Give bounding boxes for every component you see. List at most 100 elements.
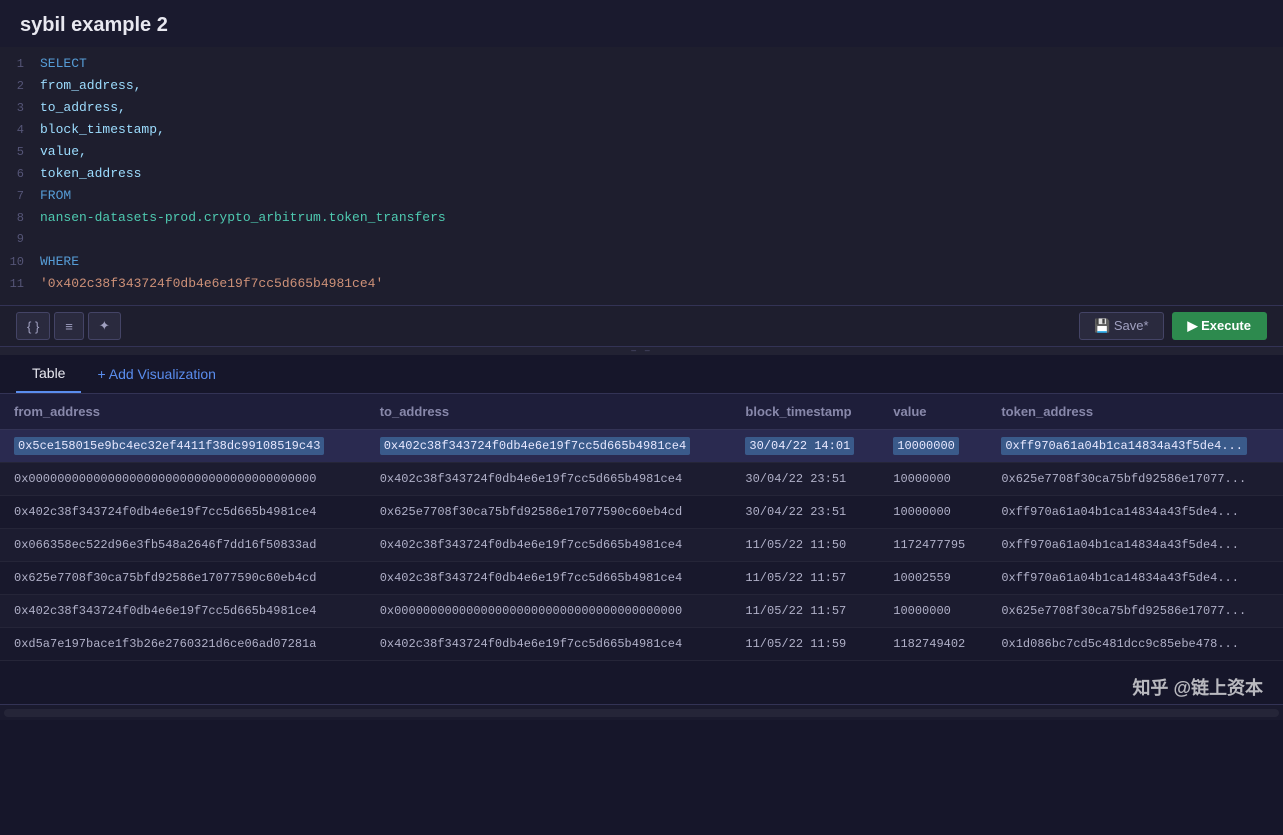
cell-from-address: 0x402c38f343724f0db4e6e19f7cc5d665b4981c… [0,595,366,628]
code-content: WHERE [40,254,79,269]
code-content: to_address, [40,100,126,115]
code-content: token_address [40,166,141,181]
toolbar: { } ≡ ✦ 💾 Save* ▶ Execute [0,306,1283,347]
cell-token-address: 0x625e7708f30ca75bfd92586e17077... [987,463,1283,496]
line-number: 6 [0,167,40,181]
results-table: from_address to_address block_timestamp … [0,394,1283,661]
cell-block-timestamp: 30/04/22 23:51 [731,463,879,496]
line-number: 8 [0,211,40,225]
code-line-5: 5 value, [0,143,1283,165]
code-line-7: 7FROM [0,187,1283,209]
code-content: block_timestamp, [40,122,165,137]
highlighted-cell: 0xff970a61a04b1ca14834a43f5de4... [1001,437,1247,455]
tabs-bar: Table + Add Visualization [0,355,1283,394]
code-content: FROM [40,188,71,203]
code-line-4: 4 block_timestamp, [0,121,1283,143]
editor-area: 1SELECT2 from_address,3 to_address,4 blo… [0,47,1283,306]
cell-value: 10000000 [879,430,987,463]
table-header-row: from_address to_address block_timestamp … [0,394,1283,430]
cell-value: 10000000 [879,595,987,628]
table-row[interactable]: 0x402c38f343724f0db4e6e19f7cc5d665b4981c… [0,496,1283,529]
results-area: Table + Add Visualization from_address t… [0,355,1283,835]
cell-to-address: 0x402c38f343724f0db4e6e19f7cc5d665b4981c… [366,430,732,463]
cell-from-address: 0xd5a7e197bace1f3b26e2760321d6ce06ad0728… [0,628,366,661]
highlighted-cell: 0x402c38f343724f0db4e6e19f7cc5d665b4981c… [380,437,690,455]
col-from-address: from_address [0,394,366,430]
code-line-8: 8 nansen-datasets-prod.crypto_arbitrum.t… [0,209,1283,231]
cell-from-address: 0x402c38f343724f0db4e6e19f7cc5d665b4981c… [0,496,366,529]
cell-block-timestamp: 11/05/22 11:57 [731,595,879,628]
save-button[interactable]: 💾 Save* [1079,312,1164,340]
cell-value: 10002559 [879,562,987,595]
cell-value: 10000000 [879,496,987,529]
list-format-button[interactable]: ≡ [54,312,84,340]
tab-table[interactable]: Table [16,355,81,393]
cell-to-address: 0x402c38f343724f0db4e6e19f7cc5d665b4981c… [366,628,732,661]
code-content: value, [40,144,87,159]
cell-to-address: 0x402c38f343724f0db4e6e19f7cc5d665b4981c… [366,463,732,496]
bottom-scrollbar[interactable] [0,704,1283,720]
page-title: sybil example 2 [0,0,1283,47]
line-number: 9 [0,232,40,246]
line-number: 4 [0,123,40,137]
code-line-3: 3 to_address, [0,99,1283,121]
code-line-9: 9 [0,231,1283,253]
line-number: 5 [0,145,40,159]
code-line-11: 11 '0x402c38f343724f0db4e6e19f7cc5d665b4… [0,275,1283,297]
line-number: 10 [0,255,40,269]
cell-value: 1182749402 [879,628,987,661]
cell-to-address: 0x402c38f343724f0db4e6e19f7cc5d665b4981c… [366,562,732,595]
table-row[interactable]: 0xd5a7e197bace1f3b26e2760321d6ce06ad0728… [0,628,1283,661]
table-container[interactable]: from_address to_address block_timestamp … [0,394,1283,835]
col-block-timestamp: block_timestamp [731,394,879,430]
cell-token-address: 0xff970a61a04b1ca14834a43f5de4... [987,496,1283,529]
cell-block-timestamp: 11/05/22 11:50 [731,529,879,562]
line-number: 11 [0,277,40,291]
highlighted-cell: 0x5ce158015e9bc4ec32ef4411f38dc99108519c… [14,437,324,455]
table-row[interactable]: 0x5ce158015e9bc4ec32ef4411f38dc99108519c… [0,430,1283,463]
cell-token-address: 0x625e7708f30ca75bfd92586e17077... [987,595,1283,628]
cell-from-address: 0x5ce158015e9bc4ec32ef4411f38dc99108519c… [0,430,366,463]
code-content: SELECT [40,56,87,71]
code-line-2: 2 from_address, [0,77,1283,99]
cell-token-address: 0xff970a61a04b1ca14834a43f5de4... [987,430,1283,463]
table-row[interactable]: 0x625e7708f30ca75bfd92586e17077590c60eb4… [0,562,1283,595]
cell-block-timestamp: 30/04/22 14:01 [731,430,879,463]
line-number: 2 [0,79,40,93]
resize-handle[interactable]: — — [0,347,1283,355]
table-row[interactable]: 0x00000000000000000000000000000000000000… [0,463,1283,496]
cell-from-address: 0x00000000000000000000000000000000000000… [0,463,366,496]
star-button[interactable]: ✦ [88,312,121,340]
cell-to-address: 0x402c38f343724f0db4e6e19f7cc5d665b4981c… [366,529,732,562]
cell-block-timestamp: 11/05/22 11:59 [731,628,879,661]
cell-value: 1172477795 [879,529,987,562]
col-token-address: token_address [987,394,1283,430]
cell-value: 10000000 [879,463,987,496]
cell-to-address: 0x00000000000000000000000000000000000000… [366,595,732,628]
cell-from-address: 0x066358ec522d96e3fb548a2646f7dd16f50833… [0,529,366,562]
tab-add-visualization[interactable]: + Add Visualization [81,356,231,392]
cell-token-address: 0xff970a61a04b1ca14834a43f5de4... [987,562,1283,595]
highlighted-cell: 30/04/22 14:01 [745,437,854,455]
cell-token-address: 0x1d086bc7cd5c481dcc9c85ebe478... [987,628,1283,661]
cell-to-address: 0x625e7708f30ca75bfd92586e17077590c60eb4… [366,496,732,529]
code-line-1: 1SELECT [0,55,1283,77]
json-format-button[interactable]: { } [16,312,50,340]
col-to-address: to_address [366,394,732,430]
code-content: nansen-datasets-prod.crypto_arbitrum.tok… [40,210,446,225]
code-content: '0x402c38f343724f0db4e6e19f7cc5d665b4981… [40,276,383,291]
line-number: 1 [0,57,40,71]
col-value: value [879,394,987,430]
execute-button[interactable]: ▶ Execute [1172,312,1267,340]
table-row[interactable]: 0x402c38f343724f0db4e6e19f7cc5d665b4981c… [0,595,1283,628]
code-line-10: 10WHERE [0,253,1283,275]
cell-token-address: 0xff970a61a04b1ca14834a43f5de4... [987,529,1283,562]
line-number: 3 [0,101,40,115]
line-number: 7 [0,189,40,203]
cell-from-address: 0x625e7708f30ca75bfd92586e17077590c60eb4… [0,562,366,595]
highlighted-cell: 10000000 [893,437,959,455]
code-line-6: 6 token_address [0,165,1283,187]
cell-block-timestamp: 11/05/22 11:57 [731,562,879,595]
table-row[interactable]: 0x066358ec522d96e3fb548a2646f7dd16f50833… [0,529,1283,562]
code-content: from_address, [40,78,141,93]
